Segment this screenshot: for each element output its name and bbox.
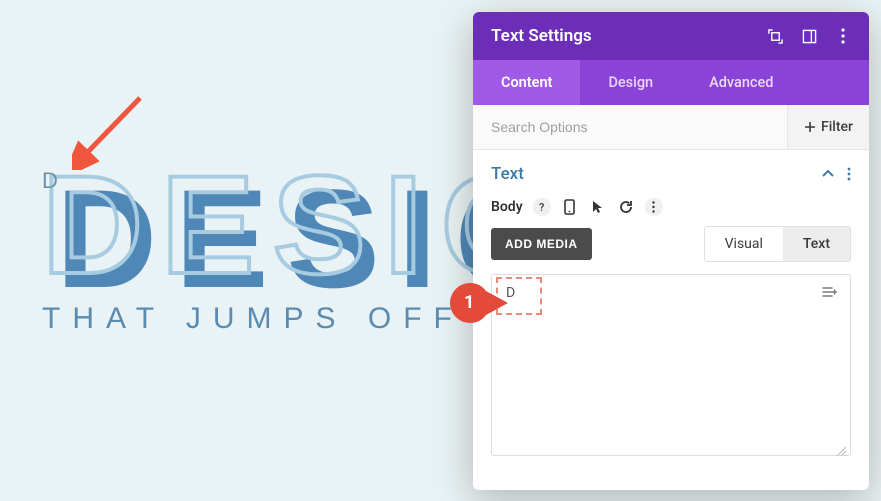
- expand-icon[interactable]: [767, 28, 783, 44]
- tab-content[interactable]: Content: [473, 60, 580, 105]
- tab-design[interactable]: Design: [580, 60, 681, 105]
- add-media-button[interactable]: ADD MEDIA: [491, 228, 592, 260]
- filter-button[interactable]: Filter: [787, 105, 869, 149]
- filter-label: Filter: [821, 119, 853, 135]
- editor-tab-visual[interactable]: Visual: [705, 227, 783, 261]
- search-bar: Filter: [473, 105, 869, 150]
- inline-editing-letter[interactable]: D: [42, 168, 58, 194]
- section-kebab-icon[interactable]: [847, 167, 851, 181]
- dynamic-content-icon[interactable]: [821, 284, 837, 303]
- kebab-menu-icon[interactable]: [835, 28, 851, 44]
- plus-icon: [804, 121, 816, 133]
- body-kebab-icon[interactable]: [645, 198, 663, 216]
- section-title: Text: [491, 164, 524, 184]
- body-text-editor[interactable]: [491, 274, 851, 456]
- collapse-icon[interactable]: [821, 167, 835, 181]
- body-label: Body: [491, 199, 523, 215]
- text-section: Text Body ?: [473, 150, 869, 470]
- panel-tabs: Content Design Advanced: [473, 60, 869, 105]
- annotation-step-badge: 1: [450, 283, 510, 323]
- annotation-step-number: 1: [464, 292, 474, 313]
- panel-title: Text Settings: [491, 26, 592, 46]
- help-icon[interactable]: ?: [533, 198, 551, 216]
- annotation-arrow-icon: [72, 90, 152, 170]
- editor-tab-text[interactable]: Text: [783, 227, 850, 261]
- panel-header[interactable]: Text Settings: [473, 12, 869, 60]
- reset-icon[interactable]: [617, 198, 635, 216]
- text-settings-panel: Text Settings Content Design Advanced Fi…: [473, 12, 869, 490]
- hover-cursor-icon[interactable]: [589, 198, 607, 216]
- textarea-resize-handle[interactable]: [835, 442, 847, 454]
- tab-advanced[interactable]: Advanced: [681, 60, 801, 105]
- body-label-row: Body ?: [491, 198, 851, 216]
- editor-mode-tabs: Visual Text: [704, 226, 851, 262]
- layout-snap-icon[interactable]: [801, 28, 817, 44]
- phone-responsive-icon[interactable]: [561, 198, 579, 216]
- search-input[interactable]: [473, 105, 787, 149]
